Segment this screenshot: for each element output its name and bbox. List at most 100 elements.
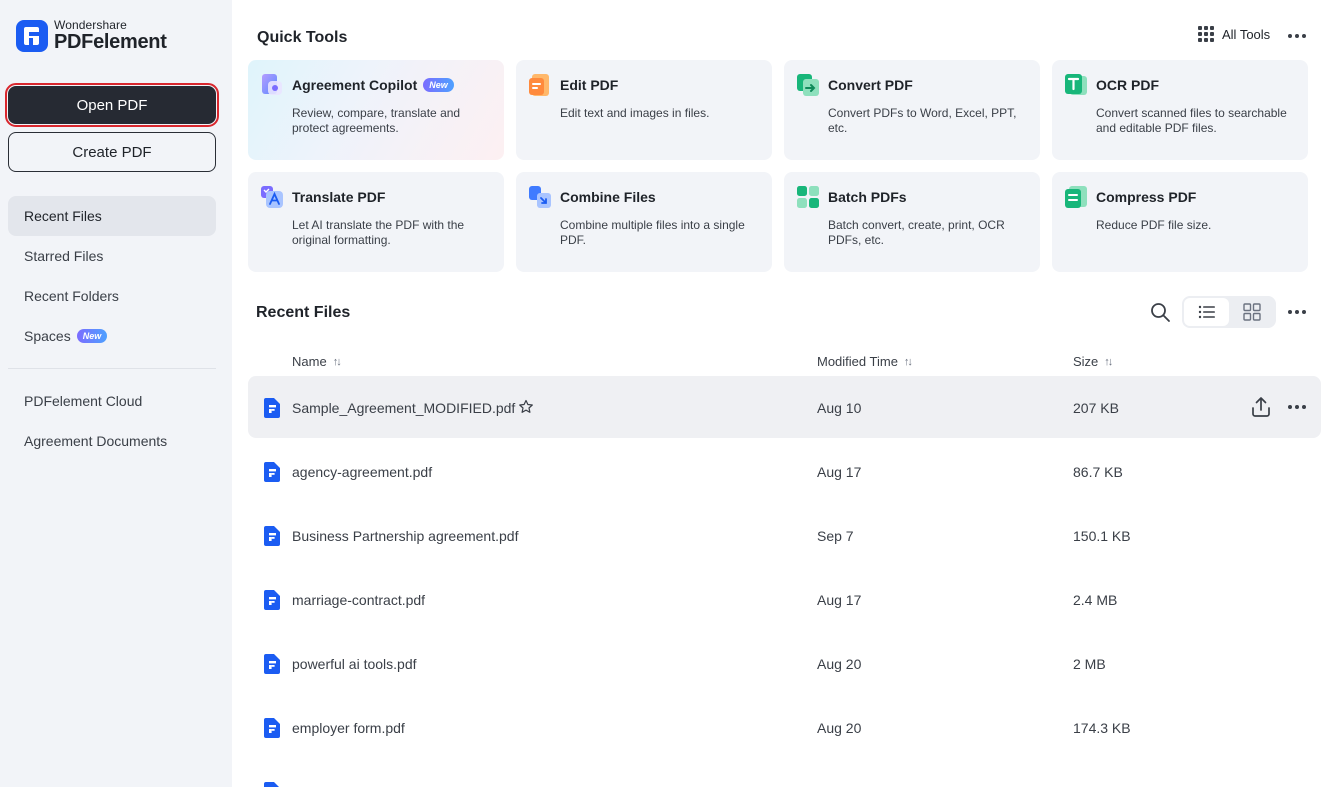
sidebar-item-label: Spaces [24,328,71,344]
sidebar-item-starred-files[interactable]: Starred Files [8,236,216,276]
file-size: 86.7 KB [1073,464,1123,480]
table-row[interactable]: Business Partnership agreement.pdf Sep 7… [248,504,1321,568]
sidebar-item-label: PDFelement Cloud [24,393,143,409]
star-icon[interactable] [518,399,534,415]
quick-tools-grid: Agreement Copilot New Review, compare, t… [248,60,1308,272]
tool-description: Review, compare, translate and protect a… [292,106,461,135]
new-badge: New [76,329,108,343]
sidebar-item-recent-folders[interactable]: Recent Folders [8,276,216,316]
column-header-modified[interactable]: Modified Time ↑↓ [817,354,913,369]
pdf-file-icon [264,782,279,787]
sidebar-item-label: Recent Folders [24,288,119,304]
file-name: agency-agreement.pdf [292,464,433,480]
tool-title: Combine Files [560,189,656,205]
share-icon[interactable] [1249,395,1273,419]
sort-icon: ↑↓ [1104,355,1113,368]
all-tools-button[interactable]: All Tools [1198,26,1270,42]
sort-icon: ↑↓ [903,355,913,368]
file-size: 2.4 MB [1073,592,1118,608]
file-size: 2 MB [1073,656,1106,672]
column-header-size[interactable]: Size ↑↓ [1073,354,1113,369]
logo-product: PDFelement [54,31,167,53]
open-pdf-button[interactable]: Open PDF [5,83,219,127]
pdf-file-icon [264,398,280,418]
pdfelement-logo-icon [16,19,48,52]
tool-compress-pdf[interactable]: Compress PDF Reduce PDF file size. [1052,172,1308,272]
pdf-file-icon [264,718,280,738]
table-row[interactable]: agency-agreement.pdf Aug 17 86.7 KB [248,440,1321,504]
tool-translate-pdf[interactable]: Translate PDF Let AI translate the PDF w… [248,172,504,272]
file-modified: Aug 10 [817,400,862,416]
compress-pdf-icon [1065,186,1087,208]
column-header-name[interactable]: Name ↑↓ [292,354,342,369]
ocr-pdf-icon [1065,74,1087,95]
recent-files-more-icon[interactable] [1285,300,1309,324]
table-row[interactable] [248,760,1321,787]
sidebar-nav: Recent Files Starred Files Recent Folder… [8,196,216,461]
grid-view-icon [1242,303,1261,321]
file-name: marriage-contract.pdf [292,592,426,608]
search-icon[interactable] [1148,300,1172,324]
tool-batch-pdfs[interactable]: Batch PDFs Batch convert, create, print,… [784,172,1040,272]
table-row[interactable]: marriage-contract.pdf Aug 17 2.4 MB [248,568,1321,632]
view-toggle [1182,296,1276,328]
tool-title: Batch PDFs [828,189,907,205]
pdf-file-icon [264,526,280,546]
file-modified: Aug 20 [817,720,862,736]
file-modified: Aug 17 [817,592,862,608]
grid-view-button[interactable] [1229,298,1274,326]
tool-description: Convert scanned files to searchable and … [1096,106,1287,135]
sidebar-item-spaces[interactable]: Spaces New [8,316,216,356]
app-logo: Wondershare PDFelement [16,19,167,52]
sidebar-item-pdfelement-cloud[interactable]: PDFelement Cloud [8,381,216,421]
tool-description: Convert PDFs to Word, Excel, PPT, etc. [828,106,1017,135]
sidebar-divider [8,368,216,369]
file-name: Sample_Agreement_MODIFIED.pdf [292,400,516,416]
tool-ocr-pdf[interactable]: OCR PDF Convert scanned files to searcha… [1052,60,1308,160]
list-view-button[interactable] [1184,298,1229,326]
recent-files-list: Sample_Agreement_MODIFIED.pdf Aug 10 207… [248,376,1321,787]
agreement-copilot-icon [262,74,282,95]
file-name: Business Partnership agreement.pdf [292,528,519,544]
edit-pdf-icon [529,74,549,96]
row-more-icon[interactable] [1285,395,1309,419]
list-view-icon [1198,305,1215,319]
tool-description: Combine multiple files into a single PDF… [560,218,745,247]
tool-description: Let AI translate the PDF with the origin… [292,218,465,247]
logo-brand: Wondershare [54,18,127,32]
grid-dots-icon [1198,26,1214,42]
file-name: powerful ai tools.pdf [292,656,417,672]
tool-combine-files[interactable]: Combine Files Combine multiple files int… [516,172,772,272]
quick-tools-title: Quick Tools [257,29,348,46]
convert-pdf-icon [797,74,819,96]
pdf-file-icon [264,654,280,674]
tool-title: OCR PDF [1096,77,1159,93]
tool-title: Compress PDF [1096,189,1197,205]
create-pdf-button[interactable]: Create PDF [8,132,216,172]
column-label: Name [292,354,327,369]
sidebar-item-agreement-documents[interactable]: Agreement Documents [8,421,216,461]
table-row[interactable]: employer form.pdf Aug 20 174.3 KB [248,696,1321,760]
column-label: Modified Time [817,354,898,369]
sidebar-item-recent-files[interactable]: Recent Files [8,196,216,236]
tool-agreement-copilot[interactable]: Agreement Copilot New Review, compare, t… [248,60,504,160]
recent-files-title: Recent Files [256,304,351,321]
quick-tools-more-icon[interactable] [1285,24,1309,48]
sort-icon: ↑↓ [332,355,342,368]
tool-convert-pdf[interactable]: Convert PDF Convert PDFs to Word, Excel,… [784,60,1040,160]
table-row[interactable]: powerful ai tools.pdf Aug 20 2 MB [248,632,1321,696]
file-size: 150.1 KB [1073,528,1131,544]
tool-description: Reduce PDF file size. [1096,218,1212,232]
sidebar-item-label: Agreement Documents [24,433,168,449]
sidebar-item-label: Recent Files [24,208,102,224]
file-modified: Aug 20 [817,656,862,672]
tool-title: Translate PDF [292,189,386,205]
file-size: 174.3 KB [1073,720,1131,736]
translate-pdf-icon [261,186,283,208]
tool-edit-pdf[interactable]: Edit PDF Edit text and images in files. [516,60,772,160]
batch-pdfs-icon [797,186,819,208]
file-modified: Sep 7 [817,528,854,544]
tool-title: Convert PDF [828,77,913,93]
tool-title: Edit PDF [560,77,619,93]
table-row[interactable]: Sample_Agreement_MODIFIED.pdf Aug 10 207… [248,376,1321,438]
